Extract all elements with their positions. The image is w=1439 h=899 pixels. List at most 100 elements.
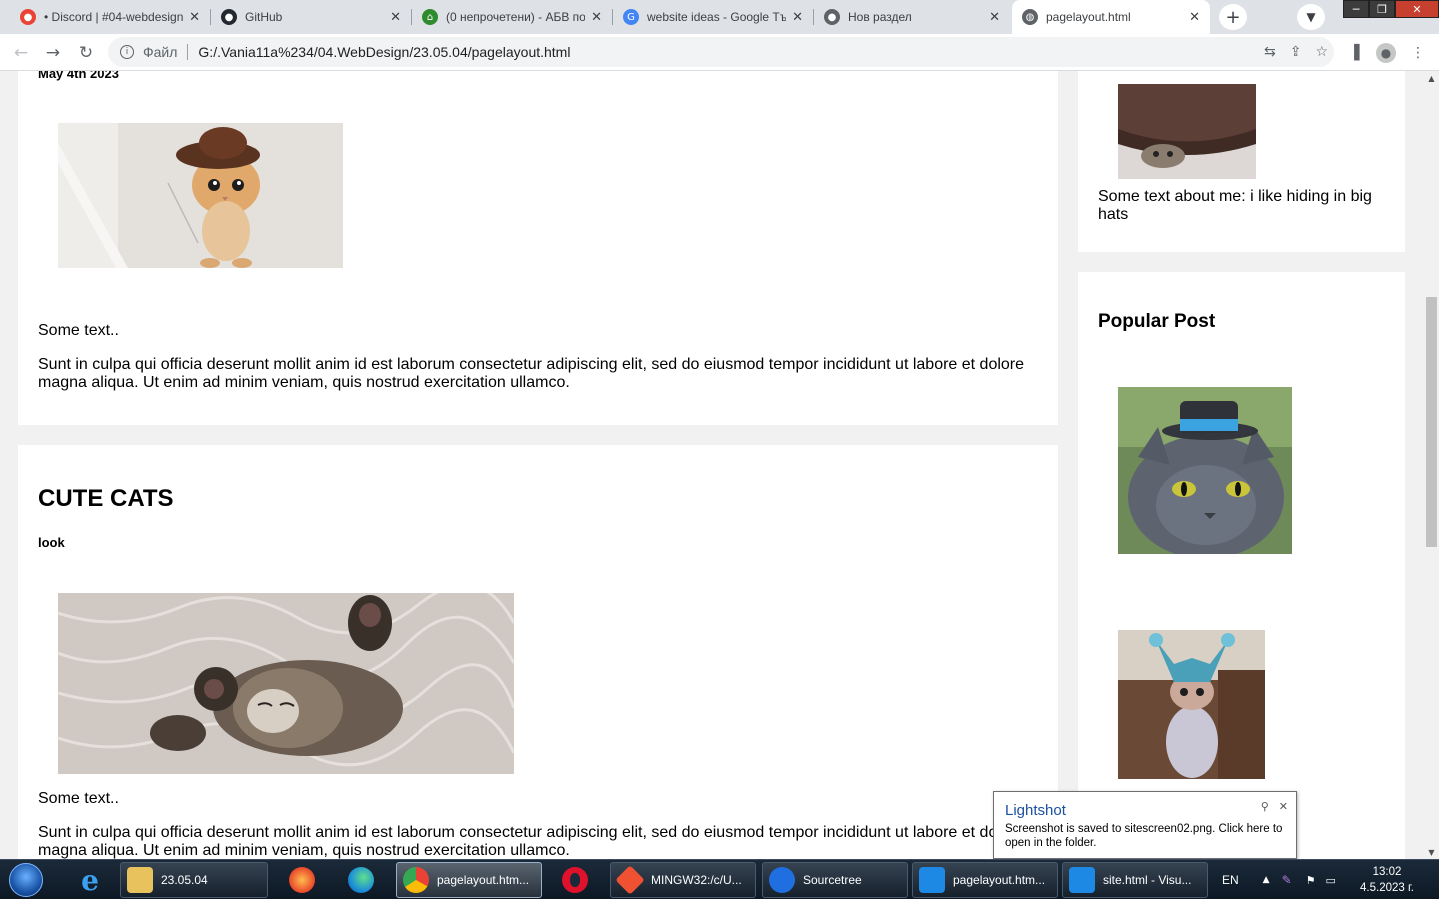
tab-title: (0 непрочетени) - АБВ по	[446, 10, 586, 24]
bookmark-star-icon[interactable]: ☆	[1315, 44, 1328, 60]
windows-logo-icon	[9, 863, 43, 897]
new-tab-button[interactable]: +	[1219, 4, 1247, 30]
tab-search-button[interactable]: ▼	[1297, 4, 1325, 30]
firefox-pin[interactable]	[280, 862, 324, 898]
network-icon[interactable]: ▭	[1326, 874, 1336, 887]
taskbar-item-git-bash[interactable]: MINGW32:/c/U...	[610, 862, 756, 898]
arrow-left-icon: ←	[13, 43, 29, 63]
profile-avatar-icon: ●	[1376, 43, 1396, 63]
tab-abv-mail[interactable]: ⌂ (0 непрочетени) - АБВ по ✕	[412, 0, 612, 34]
close-tab-icon[interactable]: ✕	[189, 10, 200, 25]
clock-time: 13:02	[1372, 866, 1402, 878]
about-me-text: Some text about me: i like hiding in big…	[1098, 188, 1372, 223]
notification-body[interactable]: Screenshot is saved to sitescreen02.png.…	[1005, 822, 1291, 850]
notification-actions: ⚲ ✕	[1261, 800, 1288, 813]
browser-toolbar: ← → ↻ i Файл G:/.Vania11a%234/04.WebDesi…	[0, 34, 1439, 71]
taskbar-item-sourcetree[interactable]: Sourcetree	[762, 862, 908, 898]
reload-button[interactable]: ↻	[73, 40, 99, 66]
close-tab-icon[interactable]: ✕	[1189, 10, 1200, 25]
tab-title: GitHub	[245, 10, 283, 24]
lightshot-tray-icon[interactable]: ✎	[1282, 873, 1292, 887]
taskbar-item-label: MINGW32:/c/U...	[651, 873, 742, 887]
forward-button[interactable]: →	[40, 40, 66, 66]
profile-button[interactable]: ●	[1373, 40, 1399, 66]
opera-pin[interactable]	[552, 862, 598, 898]
popular-post-card: Popular Post	[1078, 272, 1405, 859]
taskbar-item-label: Sourcetree	[803, 873, 862, 887]
close-tab-icon[interactable]: ✕	[792, 10, 803, 25]
maximize-button[interactable]: ❐	[1369, 0, 1395, 18]
sourcetree-icon	[769, 867, 795, 893]
taskbar-item-explorer[interactable]: 23.05.04	[120, 862, 268, 898]
info-icon[interactable]: i	[120, 45, 134, 59]
screen: ● • Discord | #04-webdesign ✕ ● GitHub ✕…	[0, 0, 1439, 899]
translate-icon[interactable]: ⇆	[1264, 44, 1276, 60]
tab-google-search[interactable]: G website ideas - Google Тъ ✕	[613, 0, 813, 34]
menu-button[interactable]: ⋮	[1405, 40, 1431, 66]
close-tab-icon[interactable]: ✕	[390, 10, 401, 25]
post-date: May 4th 2023	[38, 71, 119, 81]
close-tab-icon[interactable]: ✕	[591, 10, 602, 25]
git-bash-icon	[615, 865, 645, 895]
popular-post-heading: Popular Post	[1098, 311, 1216, 332]
about-me-card: Some text about me: i like hiding in big…	[1078, 71, 1405, 252]
sphynx-cat-with-knit-hat-image	[1118, 630, 1265, 779]
scroll-up-arrow-icon[interactable]: ▲	[1424, 71, 1439, 85]
sleeping-kitten-image	[58, 593, 514, 774]
tab-discord[interactable]: ● • Discord | #04-webdesign ✕	[10, 0, 210, 34]
taskbar-item-label: site.html - Visu...	[1103, 873, 1192, 887]
system-tray: EN ▲ ✎ ⚑ ▭	[1210, 860, 1336, 899]
taskbar-item-label: pagelayout.htm...	[437, 873, 530, 887]
edge-icon	[348, 867, 374, 893]
tab-github[interactable]: ● GitHub ✕	[211, 0, 411, 34]
post-text-long: Sunt in culpa qui officia deserunt molli…	[38, 824, 1025, 859]
start-button[interactable]	[4, 861, 48, 899]
post-text-short: Some text..	[38, 790, 119, 807]
taskbar-item-vscode-pagelayout[interactable]: pagelayout.htm...	[912, 862, 1058, 898]
folder-icon	[127, 867, 153, 893]
back-button[interactable]: ←	[8, 40, 34, 66]
blog-post-card: May 4th 2023 Some text.. Sunt in culpa q…	[18, 71, 1058, 425]
lightshot-notification[interactable]: Lightshot ⚲ ✕ Screenshot is saved to sit…	[993, 791, 1297, 859]
pin-icon[interactable]: ⚲	[1261, 800, 1269, 813]
action-center-flag-icon[interactable]: ⚑	[1306, 874, 1316, 887]
system-clock[interactable]: 13:02 4.5.2023 г.	[1350, 864, 1424, 896]
tab-new-tab[interactable]: ● Нов раздел ✕	[814, 0, 1010, 34]
close-icon[interactable]: ✕	[1279, 800, 1288, 813]
kebab-menu-icon: ⋮	[1411, 45, 1425, 61]
arrow-right-icon: →	[45, 43, 61, 63]
vscode-icon	[1069, 867, 1095, 893]
scrollbar-thumb[interactable]	[1426, 297, 1437, 547]
language-indicator[interactable]: EN	[1222, 873, 1239, 887]
tab-title: • Discord | #04-webdesign	[44, 10, 184, 24]
taskbar-item-chrome[interactable]: pagelayout.htm...	[396, 862, 542, 898]
share-icon[interactable]: ⇪	[1290, 44, 1302, 60]
divider	[187, 44, 189, 60]
clock-date: 4.5.2023 г.	[1360, 882, 1414, 894]
edge-pin[interactable]	[338, 862, 384, 898]
cat-in-hat-image	[1118, 84, 1256, 179]
chevron-down-icon: ▼	[1306, 10, 1316, 24]
page-scrollbar[interactable]: ▲ ▼	[1424, 71, 1439, 859]
address-bar[interactable]: i Файл G:/.Vania11a%234/04.WebDesign/23.…	[108, 37, 1334, 67]
taskbar-item-vscode-site[interactable]: site.html - Visu...	[1062, 862, 1208, 898]
close-window-button[interactable]: ✕	[1395, 0, 1439, 18]
window-controls: ─ ❐ ✕	[1343, 0, 1439, 18]
windows-taskbar: e 23.05.04 pagelayout.htm... MINGW32:/c/…	[0, 859, 1439, 899]
minimize-button[interactable]: ─	[1343, 0, 1369, 18]
tab-title: Нов раздел	[848, 10, 912, 24]
show-hidden-icons-icon[interactable]: ▲	[1263, 875, 1270, 885]
internet-explorer-pin[interactable]: e	[68, 862, 112, 898]
post-text-long: Sunt in culpa qui officia deserunt molli…	[38, 356, 1025, 391]
notification-title: Lightshot	[1005, 802, 1066, 819]
tab-pagelayout[interactable]: ◍ pagelayout.html ✕	[1012, 0, 1210, 34]
github-icon: ●	[221, 9, 237, 25]
side-panel-button[interactable]: ▐	[1341, 40, 1367, 66]
gray-cat-with-hat-image	[1118, 387, 1292, 554]
discord-icon: ●	[20, 9, 36, 25]
chrome-icon	[403, 867, 429, 893]
page-viewport: May 4th 2023 Some text.. Sunt in culpa q…	[0, 71, 1424, 859]
scroll-down-arrow-icon[interactable]: ▼	[1424, 845, 1439, 859]
post-text-short: Some text..	[38, 322, 119, 339]
close-tab-icon[interactable]: ✕	[989, 10, 1000, 25]
